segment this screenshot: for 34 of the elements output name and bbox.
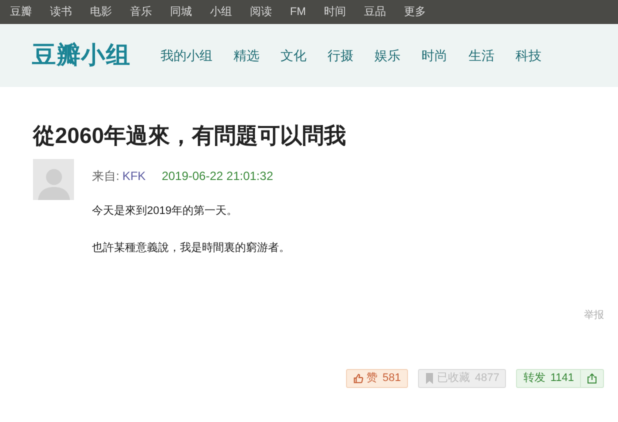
post-paragraph: 今天是來到2019年的第一天。 xyxy=(92,204,238,219)
top-nav-link[interactable]: 小组 xyxy=(210,4,232,20)
group-nav-link[interactable]: 行摄 xyxy=(327,46,354,66)
action-label: 转发 xyxy=(523,371,546,386)
group-nav-link[interactable]: 我的小组 xyxy=(160,46,212,66)
action-label: 赞 xyxy=(366,371,378,386)
author-link[interactable]: KFK xyxy=(122,167,146,185)
post-time: 2019-06-22 21:01:32 xyxy=(162,168,274,185)
top-nav-link[interactable]: 音乐 xyxy=(130,4,152,20)
top-nav-link[interactable]: 豆瓣 xyxy=(10,4,32,20)
top-nav-link[interactable]: 更多 xyxy=(404,4,426,20)
action-count: 581 xyxy=(382,371,401,386)
top-nav-link[interactable]: 电影 xyxy=(90,4,112,20)
like-button[interactable]: 赞 581 xyxy=(346,370,407,387)
person-silhouette-icon xyxy=(38,166,70,200)
group-nav-link[interactable]: 文化 xyxy=(280,46,306,66)
thumbs-up-icon xyxy=(352,373,364,384)
from-label: 来自: xyxy=(92,168,120,185)
top-nav-link[interactable]: 豆品 xyxy=(364,4,386,20)
top-nav-link[interactable]: 时间 xyxy=(324,4,346,20)
top-nav-link[interactable]: 同城 xyxy=(170,4,192,20)
top-nav-link[interactable]: 读书 xyxy=(50,4,72,20)
action-count: 1141 xyxy=(550,371,574,386)
post-title: 從2060年過來，有問題可以問我 xyxy=(33,122,347,150)
top-nav-link[interactable]: FM xyxy=(290,4,306,20)
bookmark-icon xyxy=(424,373,434,384)
site-logo[interactable]: 豆瓣小组 xyxy=(32,38,130,74)
group-nav-link[interactable]: 科技 xyxy=(515,46,542,66)
group-nav-link[interactable]: 精选 xyxy=(233,46,260,66)
top-nav-link[interactable]: 阅读 xyxy=(250,4,272,20)
group-nav-link[interactable]: 时尚 xyxy=(421,46,448,66)
post-paragraph: 也許某種意義說，我是時間裏的窮游者。 xyxy=(92,240,290,256)
group-nav-link[interactable]: 生活 xyxy=(468,46,494,66)
group-nav-link[interactable]: 娱乐 xyxy=(374,46,400,66)
